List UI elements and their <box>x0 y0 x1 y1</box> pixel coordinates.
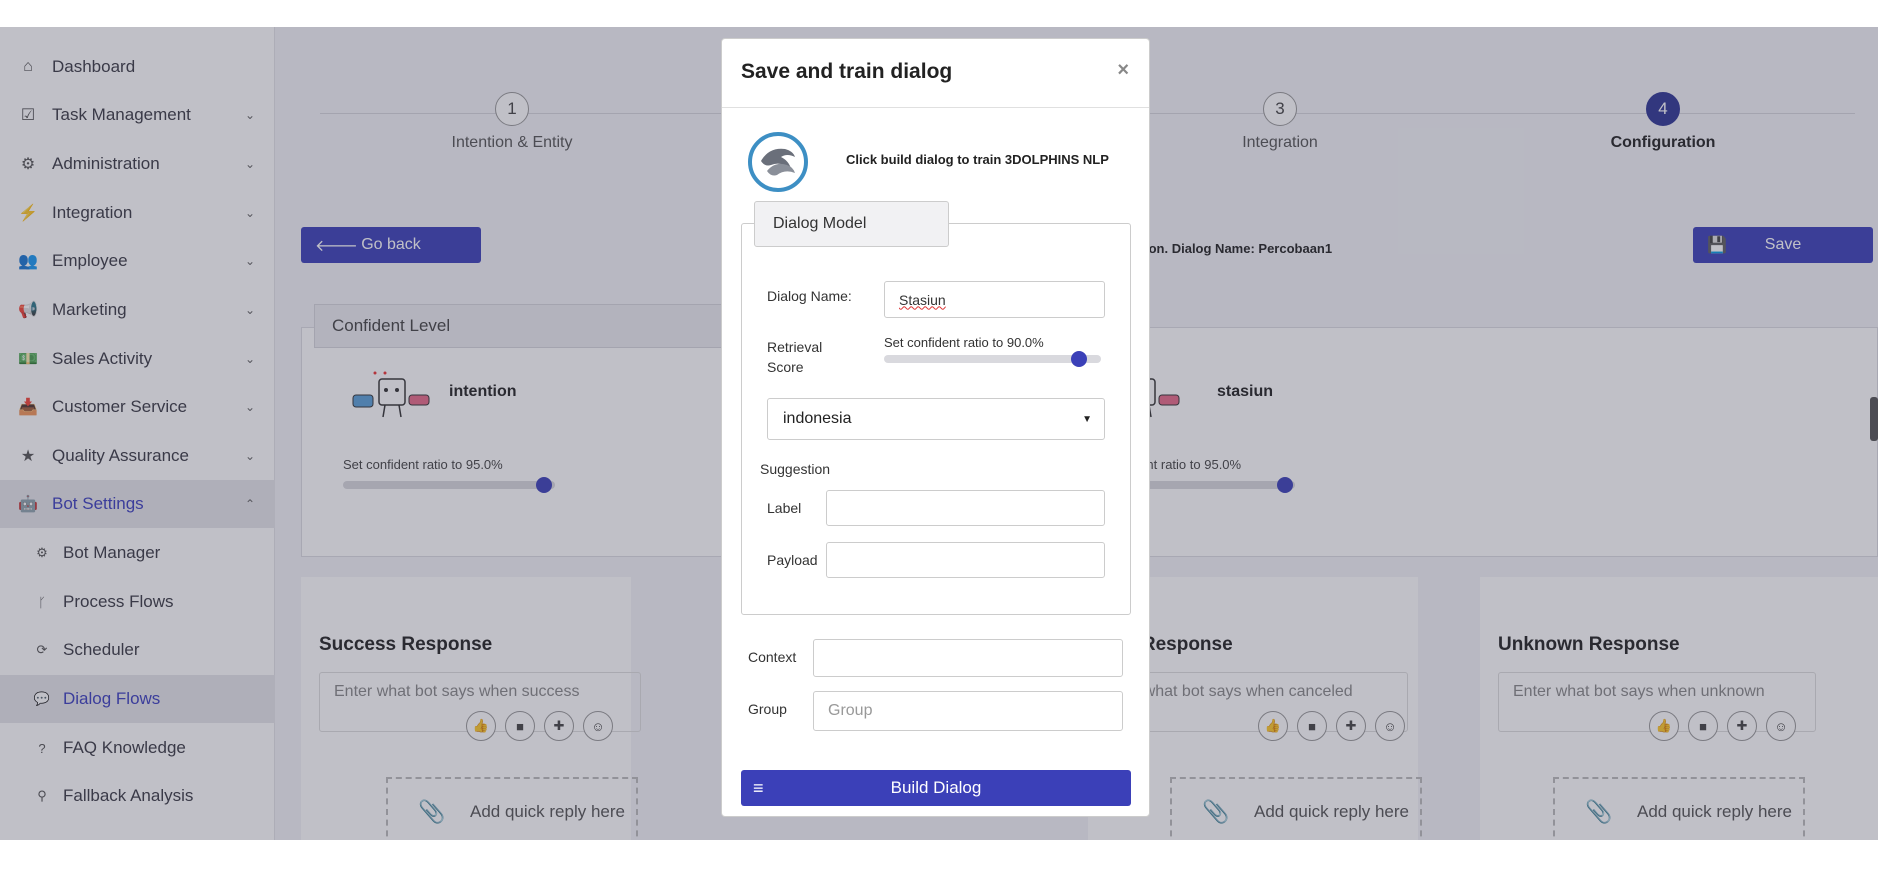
build-dialog-label: Build Dialog <box>890 778 982 797</box>
label-label: Label <box>767 500 802 516</box>
dialog-name-field[interactable]: Stasiun <box>884 281 1105 318</box>
save-train-dialog-modal: Save and train dialog × Click build dial… <box>721 38 1150 817</box>
language-value: indonesia <box>783 410 852 427</box>
payload-field[interactable] <box>826 542 1105 578</box>
dialog-name-label: Dialog Name: <box>767 288 852 304</box>
retrieval-score-label: Retrieval Score <box>767 339 823 375</box>
payload-label: Payload <box>767 552 818 568</box>
bars-icon: ≡ <box>753 777 764 798</box>
context-label: Context <box>748 649 797 665</box>
suggestion-label: Suggestion <box>760 461 831 477</box>
retrieval-score-slider[interactable] <box>884 351 1101 367</box>
app-window: ⌂ Dashboard ☑ Task Management ⌄ ⚙ Admini… <box>0 27 1878 840</box>
label-field[interactable] <box>826 490 1105 526</box>
modal-title: Save and train dialog <box>741 60 953 83</box>
group-label: Group <box>748 701 787 717</box>
modal-message: Click build dialog to train 3DOLPHINS NL… <box>846 152 1109 167</box>
caret-down-icon: ▼ <box>1082 413 1092 425</box>
language-select[interactable]: indonesia ▼ <box>767 398 1105 440</box>
context-field[interactable] <box>813 639 1123 677</box>
build-dialog-button[interactable]: ≡ Build Dialog <box>741 770 1131 806</box>
dolphin-logo <box>748 132 808 192</box>
group-placeholder: Group <box>828 702 873 719</box>
tab-dialog-model[interactable]: Dialog Model <box>754 201 949 247</box>
close-icon[interactable]: × <box>1117 59 1129 82</box>
modal-header: Save and train dialog × <box>722 39 1149 108</box>
retrieval-slider-caption: Set confident ratio to 90.0% <box>884 335 1044 350</box>
dialog-name-value: Stasiun <box>899 291 946 308</box>
group-field[interactable]: Group <box>813 691 1123 731</box>
